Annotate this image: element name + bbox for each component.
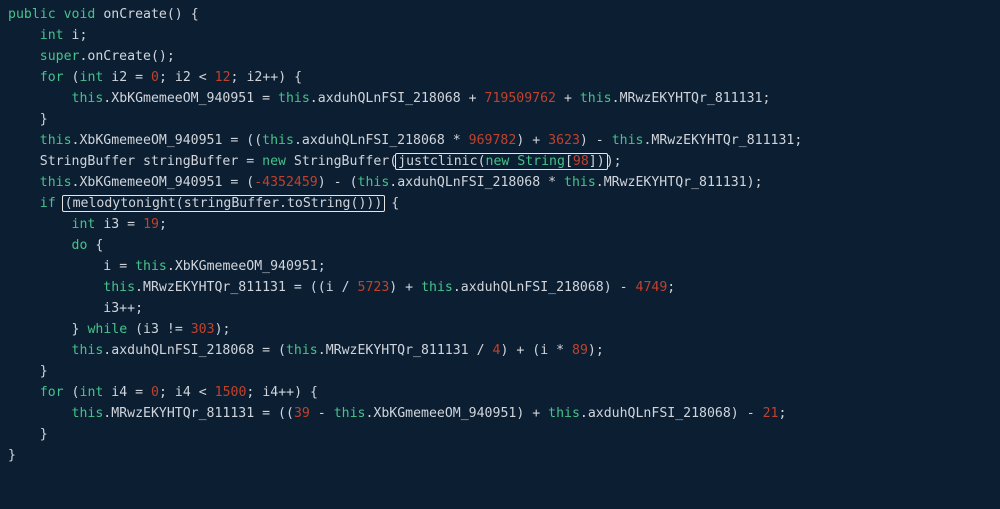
number-literal: 3623 [548, 133, 580, 148]
highlight-box-justclinic: justclinic(new String[98]) [395, 153, 608, 170]
keyword-if: if [40, 196, 56, 211]
code-line: i = this.XbKGmemeeOM_940951; [8, 259, 326, 274]
code-line: this.MRwzEKYHTQr_811131 = ((39 - this.Xb… [8, 406, 786, 421]
number-literal: -4352459 [254, 175, 318, 190]
number-literal: 0 [151, 385, 159, 400]
number-literal: 12 [215, 70, 231, 85]
code-line: this.XbKGmemeeOM_940951 = (-4352459) - (… [8, 175, 763, 190]
field-axd: axduhQLnFSI_218068 [318, 91, 461, 106]
type-stringbuffer: StringBuffer [40, 154, 135, 169]
keyword-super: super [40, 49, 80, 64]
number-literal: 0 [151, 70, 159, 85]
type-string: String [517, 154, 565, 169]
code-block: public void onCreate() { int i; super.on… [0, 0, 1000, 472]
keyword-void: void [64, 7, 96, 22]
code-line: public void onCreate() { [8, 7, 199, 22]
code-line: if (melodytonight(stringBuffer.toString(… [8, 196, 399, 211]
code-line: this.XbKGmemeeOM_940951 = ((this.axduhQL… [8, 133, 802, 148]
code-line: super.onCreate(); [8, 49, 175, 64]
number-literal: 1500 [215, 385, 247, 400]
code-line: StringBuffer stringBuffer = new StringBu… [8, 154, 622, 169]
field-mrw: MRwzEKYHTQr_811131 [620, 91, 763, 106]
field-xbkg: XbKGmemeeOM_940951 [111, 91, 254, 106]
keyword-this: this [72, 91, 104, 106]
keyword-int: int [40, 28, 64, 43]
code-line: i3++; [8, 301, 143, 316]
number-literal: 719509762 [485, 91, 556, 106]
code-line: for (int i4 = 0; i4 < 1500; i4++) { [8, 385, 318, 400]
code-line: } while (i3 != 303); [8, 322, 230, 337]
number-literal: 89 [572, 343, 588, 358]
number-literal: 21 [763, 406, 779, 421]
code-line: this.MRwzEKYHTQr_811131 = ((i / 5723) + … [8, 280, 675, 295]
code-line: this.axduhQLnFSI_218068 = (this.MRwzEKYH… [8, 343, 604, 358]
code-line: } [8, 427, 48, 442]
number-literal: 303 [191, 322, 215, 337]
keyword-do: do [72, 238, 88, 253]
call-justclinic: justclinic [398, 154, 477, 169]
code-line: } [8, 364, 48, 379]
code-line: int i; [8, 28, 87, 43]
keyword-for: for [40, 70, 64, 85]
number-literal: 5723 [358, 280, 390, 295]
keyword-public: public [8, 7, 56, 22]
code-line: int i3 = 19; [8, 217, 167, 232]
code-line: do { [8, 238, 103, 253]
call-melodytonight: melodytonight [73, 196, 176, 211]
number-literal: 19 [143, 217, 159, 232]
number-literal: 39 [294, 406, 310, 421]
code-line: for (int i2 = 0; i2 < 12; i2++) { [8, 70, 302, 85]
keyword-new: new [262, 154, 286, 169]
code-line: } [8, 112, 48, 127]
highlight-box-melodytonight: (melodytonight(stringBuffer.toString())) [62, 195, 386, 212]
method-name: onCreate [103, 7, 167, 22]
number-literal: 98 [573, 154, 589, 169]
number-literal: 969782 [469, 133, 517, 148]
code-line: this.XbKGmemeeOM_940951 = this.axduhQLnF… [8, 91, 770, 106]
number-literal: 4749 [636, 280, 668, 295]
code-line: } [8, 448, 16, 463]
keyword-while: while [87, 322, 127, 337]
